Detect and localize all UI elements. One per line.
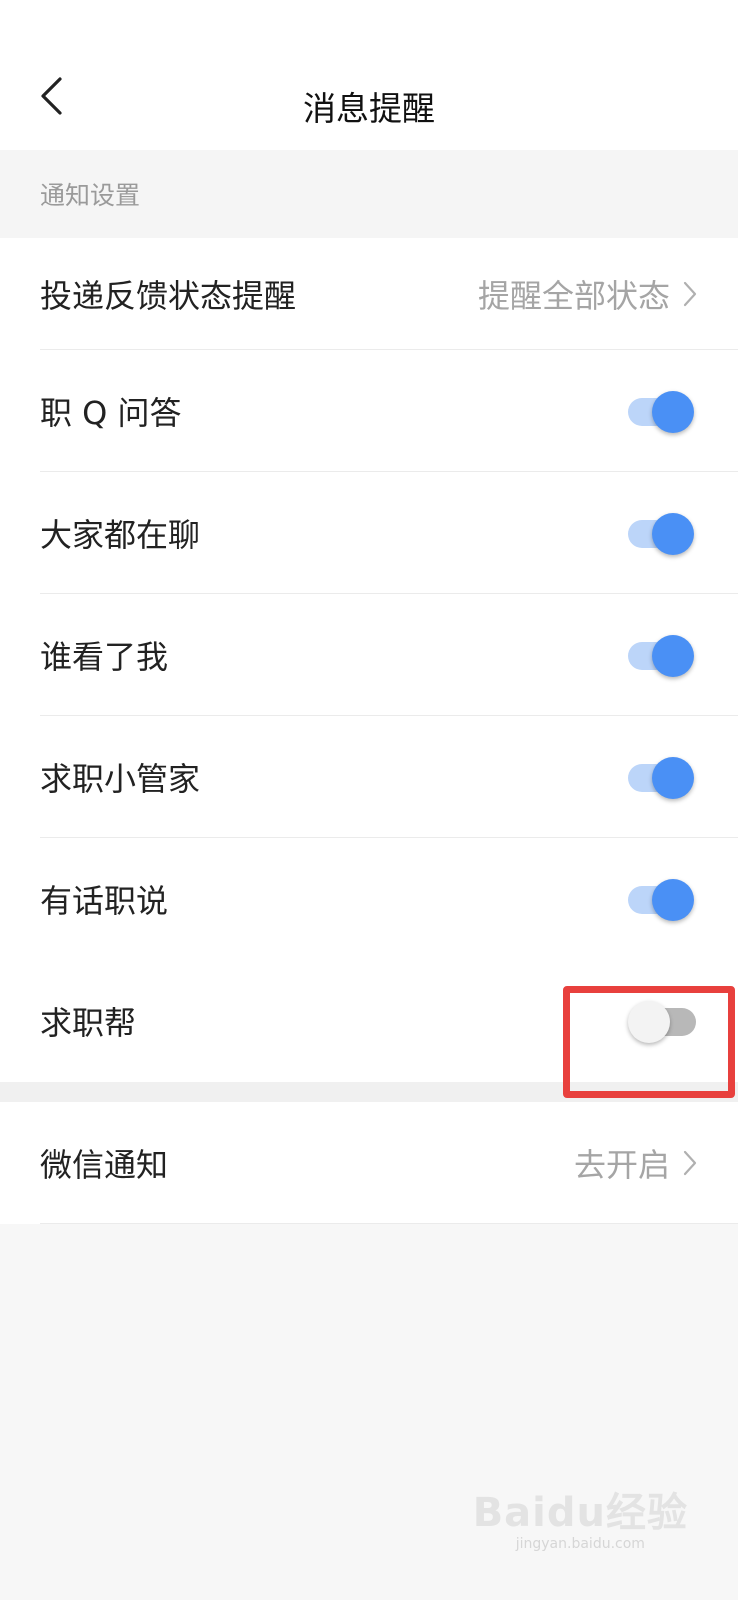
row-value: 去开启 (574, 1140, 698, 1186)
job-assistant-row: 求职小管家 (0, 716, 738, 838)
row-label: 职 Q 问答 (40, 394, 182, 432)
row-label: 投递反馈状态提醒 (40, 277, 297, 315)
job-help-row: 求职帮 (0, 960, 738, 1082)
baidu-watermark: Baidu经验 jingyan.baidu.com (473, 1480, 688, 1552)
toggle-knob (652, 635, 694, 677)
toggle-knob (652, 391, 694, 433)
row-label: 求职帮 (40, 1004, 137, 1042)
row-label: 谁看了我 (40, 638, 169, 676)
row-label: 有话职说 (40, 882, 169, 920)
watermark-url: jingyan.baidu.com (515, 1536, 645, 1552)
zhiq-qa-row: 职 Q 问答 (0, 350, 738, 472)
row-label: 微信通知 (40, 1146, 169, 1184)
chevron-right-icon (683, 281, 697, 307)
notification-settings-list: 投递反馈状态提醒 提醒全部状态 职 Q 问答 大家都在聊 谁看了我 求职小管家 (0, 238, 738, 1082)
section-gap (0, 1082, 738, 1102)
toggle-knob (652, 879, 694, 921)
wechat-settings-list: 微信通知 去开启 (0, 1102, 738, 1224)
section-header: 通知设置 (0, 150, 738, 238)
row-label: 大家都在聊 (40, 516, 201, 554)
toggle-knob (628, 1001, 670, 1043)
who-viewed-me-row: 谁看了我 (0, 594, 738, 716)
wechat-notification-row[interactable]: 微信通知 去开启 (0, 1102, 738, 1224)
delivery-feedback-row[interactable]: 投递反馈状态提醒 提醒全部状态 (0, 238, 738, 350)
everyone-chatting-toggle[interactable] (628, 511, 694, 555)
delivery-feedback-value: 提醒全部状态 (477, 277, 670, 315)
toggle-knob (652, 757, 694, 799)
everyone-chatting-row: 大家都在聊 (0, 472, 738, 594)
chevron-right-icon (683, 1150, 697, 1176)
career-talk-toggle[interactable] (628, 877, 694, 921)
navigation-bar: 消息提醒 (0, 0, 738, 128)
toggle-knob (652, 513, 694, 555)
row-label: 求职小管家 (40, 760, 201, 798)
job-help-toggle[interactable] (628, 999, 696, 1043)
row-value: 提醒全部状态 (478, 271, 698, 317)
watermark-brand: Baidu经验 (472, 1490, 688, 1536)
page-title: 消息提醒 (303, 89, 435, 128)
zhiq-qa-toggle[interactable] (628, 389, 694, 433)
wechat-notification-value: 去开启 (573, 1146, 670, 1184)
who-viewed-me-toggle[interactable] (628, 633, 694, 677)
career-talk-row: 有话职说 (0, 838, 738, 960)
job-assistant-toggle[interactable] (628, 755, 694, 799)
